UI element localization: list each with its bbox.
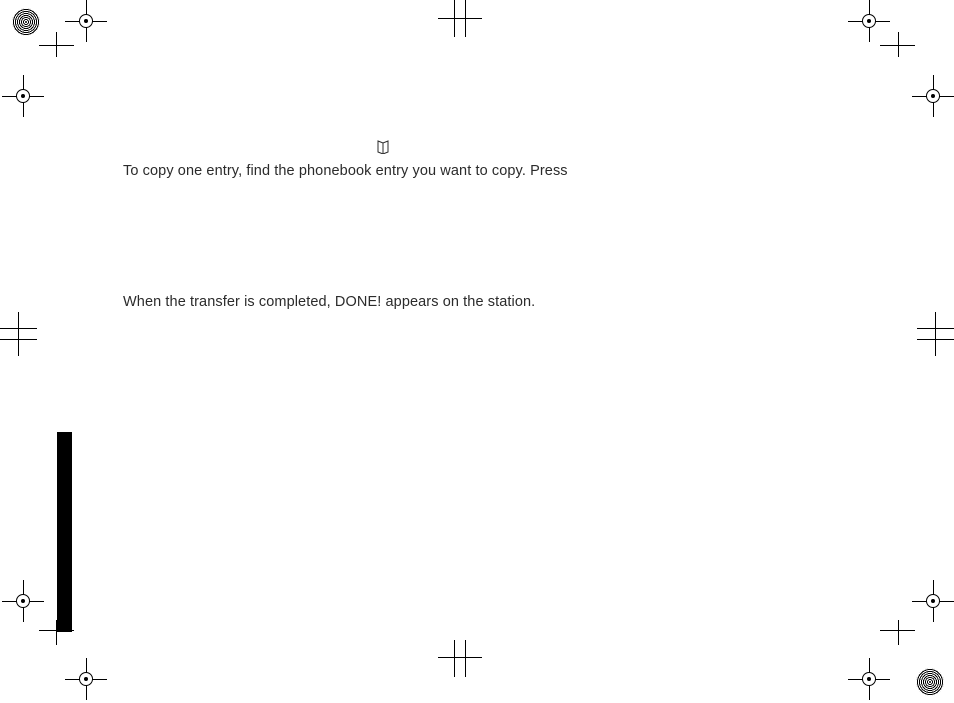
register-mark-icon: [12, 590, 34, 612]
register-mark-icon: [858, 668, 880, 690]
register-mark-icon: [75, 668, 97, 690]
page-body: To copy one entry, find the phonebook en…: [123, 140, 843, 310]
crop-mark: [438, 657, 482, 658]
register-disk-bottom-right: [916, 668, 944, 696]
crop-mark: [454, 640, 455, 677]
crop-mark: [898, 32, 899, 57]
register-disk-top-left: [12, 8, 40, 36]
section-tab: [57, 432, 72, 632]
instruction-line-2: When the transfer is completed, DONE! ap…: [123, 294, 843, 310]
register-mark-icon: [858, 10, 880, 32]
crop-mark: [18, 312, 19, 356]
crop-mark: [56, 32, 57, 57]
phonebook-icon-row: [123, 140, 843, 159]
instruction-line-1: To copy one entry, find the phonebook en…: [123, 163, 843, 179]
crop-mark: [465, 640, 466, 677]
register-mark-icon: [922, 590, 944, 612]
register-mark-icon: [12, 85, 34, 107]
register-mark-icon: [75, 10, 97, 32]
crop-mark: [935, 312, 936, 356]
register-mark-icon: [922, 85, 944, 107]
crop-mark: [465, 0, 466, 37]
crop-mark: [898, 620, 899, 645]
crop-mark: [438, 18, 482, 19]
crop-mark: [454, 0, 455, 37]
phonebook-icon: [377, 140, 389, 154]
